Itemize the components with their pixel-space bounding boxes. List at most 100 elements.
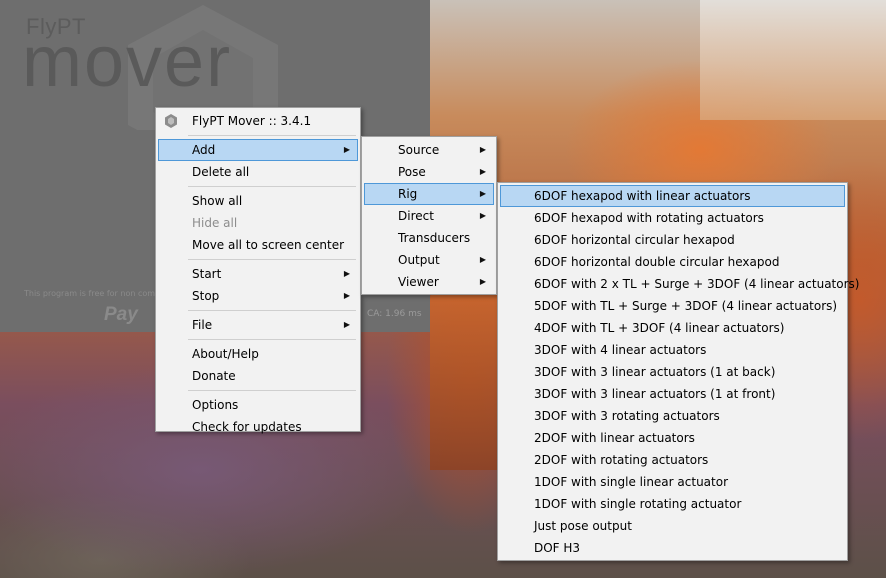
chevron-right-icon: ▶ (343, 269, 350, 278)
menu-item-about-help[interactable]: About/Help (158, 343, 358, 365)
chevron-right-icon: ▶ (479, 189, 486, 198)
chevron-right-icon: ▶ (343, 291, 350, 300)
rig-item-2dof-linear[interactable]: 2DOF with linear actuators (500, 427, 845, 449)
flypt-hexagon-icon (165, 114, 177, 128)
rig-item-label: 3DOF with 3 linear actuators (1 at front… (534, 387, 776, 401)
menu-item-delete-all-label: Delete all (192, 165, 250, 179)
chevron-right-icon: ▶ (479, 211, 486, 220)
submenu-item-direct-label: Direct (398, 209, 434, 223)
menu-item-start[interactable]: Start ▶ (158, 263, 358, 285)
rig-item-6dof-hexapod-linear[interactable]: 6DOF hexapod with linear actuators (500, 185, 845, 207)
rig-item-label: 6DOF horizontal double circular hexapod (534, 255, 780, 269)
chevron-right-icon: ▶ (479, 277, 486, 286)
chevron-right-icon: ▶ (343, 320, 350, 329)
rig-item-label: 5DOF with TL + Surge + 3DOF (4 linear ac… (534, 299, 838, 313)
submenu-item-direct[interactable]: Direct ▶ (364, 205, 494, 227)
rig-item-3dof-3-linear-back[interactable]: 3DOF with 3 linear actuators (1 at back) (500, 361, 845, 383)
rig-item-6dof-2tl-surge-3dof[interactable]: 6DOF with 2 x TL + Surge + 3DOF (4 linea… (500, 273, 859, 295)
menu-item-add-label: Add (192, 143, 216, 157)
menu-header: FlyPT Mover :: 3.4.1 (158, 110, 358, 132)
main-context-menu: FlyPT Mover :: 3.4.1 Add ▶ Delete all Sh… (155, 107, 361, 434)
menu-item-delete-all[interactable]: Delete all (158, 161, 358, 183)
chevron-right-icon: ▶ (479, 145, 486, 154)
rig-item-just-pose-output[interactable]: Just pose output (500, 515, 845, 537)
submenu-item-output-label: Output (398, 253, 440, 267)
submenu-item-transducers-label: Transducers (398, 231, 471, 245)
free-program-note: This program is free for non comm (24, 289, 163, 298)
menu-item-move-all-center[interactable]: Move all to screen center (158, 234, 358, 256)
menu-item-show-all-label: Show all (192, 194, 243, 208)
rig-item-label: 6DOF hexapod with rotating actuators (534, 211, 764, 225)
menu-item-donate[interactable]: Donate (158, 365, 358, 387)
rig-item-3dof-4-linear[interactable]: 3DOF with 4 linear actuators (500, 339, 845, 361)
menu-separator (188, 259, 356, 260)
rig-item-3dof-3-linear-front[interactable]: 3DOF with 3 linear actuators (1 at front… (500, 383, 845, 405)
submenu-item-viewer[interactable]: Viewer ▶ (364, 271, 494, 293)
rig-item-label: 2DOF with linear actuators (534, 431, 695, 445)
menu-separator (188, 310, 356, 311)
wallpaper-cliff (700, 0, 886, 120)
submenu-item-viewer-label: Viewer (398, 275, 439, 289)
rig-item-1dof-single-rotating[interactable]: 1DOF with single rotating actuator (500, 493, 845, 515)
menu-item-hide-all-label: Hide all (192, 216, 238, 230)
menu-item-options-label: Options (192, 398, 239, 412)
rig-item-6dof-horizontal-double-circular[interactable]: 6DOF horizontal double circular hexapod (500, 251, 845, 273)
menu-item-file-label: File (192, 318, 213, 332)
menu-item-about-help-label: About/Help (192, 347, 259, 361)
submenu-item-rig-label: Rig (398, 187, 418, 201)
rig-item-label: Just pose output (534, 519, 632, 533)
menu-item-stop[interactable]: Stop ▶ (158, 285, 358, 307)
submenu-item-source-label: Source (398, 143, 440, 157)
chevron-right-icon: ▶ (343, 145, 350, 154)
rig-item-1dof-single-linear[interactable]: 1DOF with single linear actuator (500, 471, 845, 493)
paypal-donate-link[interactable]: Pay (104, 304, 138, 326)
chevron-right-icon: ▶ (479, 167, 486, 176)
rig-item-label: 1DOF with single linear actuator (534, 475, 729, 489)
submenu-item-source[interactable]: Source ▶ (364, 139, 494, 161)
menu-header-label: FlyPT Mover :: 3.4.1 (192, 114, 312, 128)
menu-item-show-all[interactable]: Show all (158, 190, 358, 212)
rig-item-label: DOF H3 (534, 541, 581, 555)
rig-submenu: 6DOF hexapod with linear actuators 6DOF … (497, 182, 859, 561)
rig-item-label: 6DOF with 2 x TL + Surge + 3DOF (4 linea… (534, 277, 860, 291)
submenu-item-transducers[interactable]: Transducers (364, 227, 494, 249)
rig-item-label: 6DOF hexapod with linear actuators (534, 189, 751, 203)
logo-large-text: mover (22, 22, 233, 102)
rig-item-label: 3DOF with 3 linear actuators (1 at back) (534, 365, 776, 379)
rig-item-label: 2DOF with rotating actuators (534, 453, 709, 467)
rig-item-6dof-hexapod-rotating[interactable]: 6DOF hexapod with rotating actuators (500, 207, 845, 229)
menu-item-donate-label: Donate (192, 369, 236, 383)
menu-item-file[interactable]: File ▶ (158, 314, 358, 336)
rig-item-3dof-3-rotating[interactable]: 3DOF with 3 rotating actuators (500, 405, 845, 427)
rig-item-4dof-tl-3dof[interactable]: 4DOF with TL + 3DOF (4 linear actuators) (500, 317, 845, 339)
ca-timing-readout: CA: 1.96 ms (367, 309, 422, 319)
menu-separator (188, 390, 356, 391)
menu-item-stop-label: Stop (192, 289, 220, 303)
add-submenu: Source ▶ Pose ▶ Rig ▶ Direct ▶ Transduce… (361, 136, 497, 295)
submenu-item-pose[interactable]: Pose ▶ (364, 161, 494, 183)
rig-item-label: 1DOF with single rotating actuator (534, 497, 742, 511)
menu-item-hide-all[interactable]: Hide all (158, 212, 358, 234)
submenu-item-pose-label: Pose (398, 165, 426, 179)
menu-item-check-updates[interactable]: Check for updates (158, 416, 358, 438)
submenu-item-rig[interactable]: Rig ▶ (364, 183, 494, 205)
menu-item-start-label: Start (192, 267, 222, 281)
menu-item-add[interactable]: Add ▶ (158, 139, 358, 161)
menu-separator (188, 186, 356, 187)
wallpaper-spire (430, 270, 500, 470)
menu-item-move-all-center-label: Move all to screen center (192, 238, 345, 252)
rig-item-label: 6DOF horizontal circular hexapod (534, 233, 735, 247)
menu-separator (188, 339, 356, 340)
menu-item-check-updates-label: Check for updates (192, 420, 302, 434)
rig-item-5dof-tl-surge-3dof[interactable]: 5DOF with TL + Surge + 3DOF (4 linear ac… (500, 295, 845, 317)
submenu-item-output[interactable]: Output ▶ (364, 249, 494, 271)
menu-item-options[interactable]: Options (158, 394, 358, 416)
rig-item-6dof-horizontal-circular[interactable]: 6DOF horizontal circular hexapod (500, 229, 845, 251)
rig-item-label: 4DOF with TL + 3DOF (4 linear actuators) (534, 321, 785, 335)
rig-item-2dof-rotating[interactable]: 2DOF with rotating actuators (500, 449, 845, 471)
rig-item-label: 3DOF with 4 linear actuators (534, 343, 707, 357)
rig-item-dof-h3[interactable]: DOF H3 (500, 537, 845, 559)
rig-item-label: 3DOF with 3 rotating actuators (534, 409, 720, 423)
chevron-right-icon: ▶ (479, 255, 486, 264)
menu-separator (188, 135, 356, 136)
